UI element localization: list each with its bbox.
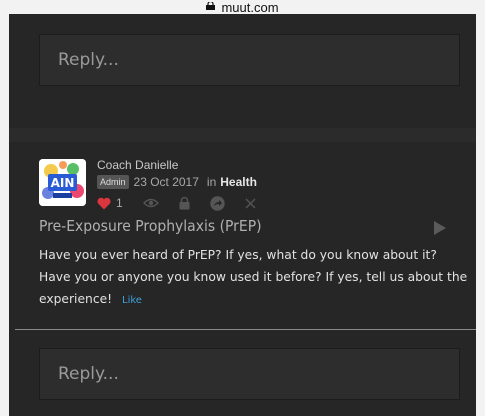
post-date[interactable]: 23 Oct 2017 bbox=[134, 175, 199, 189]
like-button[interactable]: 1 bbox=[97, 196, 123, 210]
post-body: Have you ever heard of PrEP? If yes, wha… bbox=[39, 244, 469, 312]
share-icon bbox=[209, 195, 225, 211]
close-button[interactable] bbox=[245, 198, 256, 209]
reply-input[interactable]: Reply... bbox=[39, 34, 460, 86]
play-icon[interactable] bbox=[434, 221, 446, 235]
eye-icon bbox=[142, 198, 159, 208]
reply-placeholder: Reply... bbox=[58, 50, 119, 70]
post-meta: Admin 23 Oct 2017 in Health bbox=[97, 174, 257, 190]
lock-icon bbox=[179, 196, 190, 209]
post-title[interactable]: Pre-Exposure Prophylaxis (PrEP) bbox=[39, 217, 262, 235]
category-link[interactable]: Health bbox=[220, 175, 257, 189]
like-count: 1 bbox=[116, 196, 123, 210]
admin-badge: Admin bbox=[97, 175, 129, 189]
reply-input[interactable]: Reply... bbox=[39, 348, 460, 400]
author-name[interactable]: Coach Danielle bbox=[97, 158, 178, 172]
in-label: in bbox=[206, 175, 217, 189]
watch-button[interactable] bbox=[142, 197, 159, 209]
avatar-logo-icon: AIN bbox=[39, 159, 86, 206]
url-text: muut.com bbox=[221, 0, 279, 15]
lock-icon bbox=[206, 2, 216, 10]
close-icon bbox=[245, 198, 256, 208]
thread-panel: Reply... AIN Coach Danielle Admin 23 Oct… bbox=[9, 14, 476, 416]
svg-text:AIN: AIN bbox=[51, 176, 75, 190]
lock-button[interactable] bbox=[179, 196, 190, 210]
post-actions: 1 bbox=[97, 194, 276, 212]
post-body-text: Have you ever heard of PrEP? If yes, wha… bbox=[39, 248, 468, 306]
separator-line bbox=[15, 329, 476, 330]
post-divider bbox=[9, 128, 476, 142]
reply-placeholder: Reply... bbox=[58, 364, 119, 384]
like-link[interactable]: Like bbox=[122, 295, 142, 306]
heart-icon bbox=[97, 197, 111, 209]
browser-url-bar[interactable]: muut.com bbox=[0, 0, 485, 15]
share-button[interactable] bbox=[209, 195, 225, 211]
avatar[interactable]: AIN bbox=[39, 159, 86, 206]
